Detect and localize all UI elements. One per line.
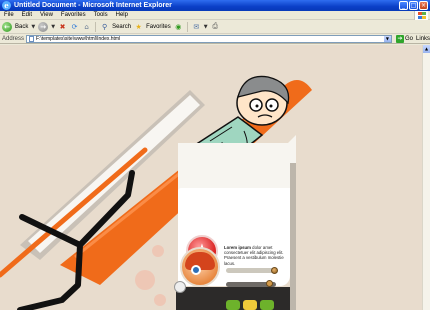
address-value[interactable]: F:\templates\site\www\html\Index.html bbox=[36, 36, 120, 42]
avatar bbox=[180, 247, 220, 287]
toolbar-divider bbox=[95, 21, 97, 32]
stop-icon[interactable]: ✖ bbox=[58, 22, 67, 31]
search-button-label[interactable]: Search bbox=[112, 24, 131, 30]
close-button[interactable]: × bbox=[419, 1, 428, 10]
menu-view[interactable]: View bbox=[36, 12, 57, 18]
toolbar: ← Back ▼ → ▼ ✖ ⟳ ⌂ ⚲ Search ★ Favorites … bbox=[0, 20, 430, 34]
home-icon[interactable]: ⌂ bbox=[82, 22, 91, 31]
slider-knob[interactable] bbox=[266, 280, 273, 287]
small-avatar bbox=[174, 281, 186, 293]
maximize-button[interactable]: □ bbox=[409, 1, 418, 10]
thumbnail[interactable] bbox=[243, 300, 257, 310]
card-text: Lorem ipsum dolor amet consectetuer elit… bbox=[224, 245, 284, 266]
menu-tools[interactable]: Tools bbox=[90, 12, 112, 18]
mail-icon[interactable]: ✉ bbox=[192, 22, 201, 31]
media-icon[interactable]: ◉ bbox=[174, 22, 183, 31]
chevron-down-icon[interactable]: ▼ bbox=[31, 24, 35, 30]
card-slider-track[interactable] bbox=[226, 268, 274, 273]
go-button[interactable]: ➔ Go bbox=[395, 34, 413, 43]
menu-favorites[interactable]: Favorites bbox=[57, 12, 90, 18]
avatar-eye bbox=[191, 265, 201, 275]
go-label[interactable]: Go bbox=[405, 36, 413, 42]
vertical-scrollbar[interactable]: ▲ bbox=[422, 45, 430, 310]
favorites-button-label[interactable]: Favorites bbox=[146, 24, 171, 30]
menu-file[interactable]: File bbox=[0, 12, 18, 18]
address-bar: Address F:\templates\site\www\html\Index… bbox=[0, 34, 430, 44]
refresh-icon[interactable]: ⟳ bbox=[70, 22, 79, 31]
thumbnail[interactable] bbox=[260, 300, 274, 310]
forward-arrow-icon[interactable]: → bbox=[38, 21, 49, 32]
thumbnail-row bbox=[226, 300, 274, 310]
back-arrow-icon[interactable]: ← bbox=[2, 21, 12, 32]
toolbar-divider bbox=[186, 21, 188, 32]
chevron-down-icon[interactable]: ▼ bbox=[51, 24, 55, 30]
menu-bar: File Edit View Favorites Tools Help bbox=[0, 11, 430, 20]
menu-help[interactable]: Help bbox=[112, 12, 132, 18]
minimize-button[interactable]: _ bbox=[399, 1, 408, 10]
go-arrow-icon[interactable]: ➔ bbox=[395, 34, 404, 43]
search-icon[interactable]: ⚲ bbox=[100, 22, 109, 31]
chevron-down-icon[interactable]: ▼ bbox=[204, 24, 208, 30]
address-label: Address bbox=[2, 35, 25, 42]
page-icon bbox=[29, 35, 35, 42]
card-slider-knob[interactable] bbox=[271, 267, 278, 274]
title-bar: e Untitled Document - Microsoft Internet… bbox=[0, 0, 430, 11]
thumbnail[interactable] bbox=[226, 300, 240, 310]
back-button-label[interactable]: Back bbox=[15, 24, 28, 30]
windows-logo-icon bbox=[414, 11, 428, 20]
menu-edit[interactable]: Edit bbox=[18, 12, 36, 18]
print-icon[interactable]: ⎙ bbox=[211, 22, 220, 31]
internet-explorer-icon: e bbox=[2, 1, 11, 10]
favorites-star-icon[interactable]: ★ bbox=[134, 22, 143, 31]
window-title: Untitled Document - Microsoft Internet E… bbox=[14, 2, 172, 9]
window-controls: _ □ × bbox=[399, 1, 428, 10]
links-label[interactable]: Links bbox=[416, 36, 430, 42]
address-dropdown-icon[interactable]: ▼ bbox=[383, 35, 391, 42]
scroll-up-icon[interactable]: ▲ bbox=[423, 45, 430, 53]
address-input[interactable]: F:\templates\site\www\html\Index.html ▼ bbox=[26, 34, 392, 43]
